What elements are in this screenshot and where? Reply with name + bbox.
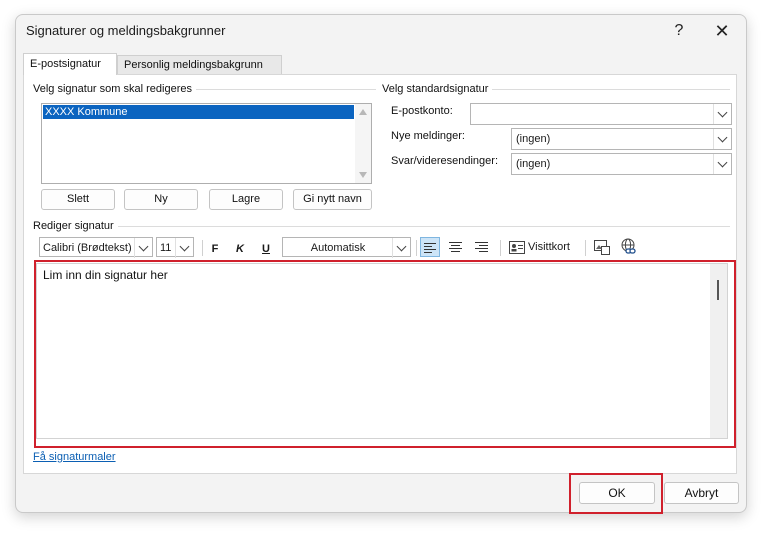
signature-list-scrollbar[interactable] bbox=[355, 104, 371, 183]
email-account-label: E-postkonto: bbox=[391, 105, 453, 117]
title-bar: Signaturer og meldingsbakgrunner ? ✕ bbox=[16, 15, 746, 47]
save-button[interactable]: Lagre bbox=[209, 189, 283, 210]
chevron-down-icon[interactable] bbox=[134, 238, 152, 258]
hyperlink-icon bbox=[621, 238, 636, 254]
group-divider bbox=[34, 226, 730, 227]
signature-editor[interactable]: Lim inn din signatur her bbox=[36, 263, 728, 439]
font-size-select[interactable]: 11 bbox=[156, 237, 194, 258]
toolbar-separator bbox=[500, 240, 501, 256]
business-card-label: Visittkort bbox=[528, 241, 570, 253]
help-button[interactable]: ? bbox=[665, 19, 693, 43]
insert-picture-button[interactable] bbox=[594, 239, 612, 257]
underline-button[interactable]: U bbox=[257, 240, 275, 258]
font-family-select[interactable]: Calibri (Brødtekst) bbox=[39, 237, 153, 258]
new-messages-value: (ingen) bbox=[516, 133, 551, 145]
scroll-down-icon[interactable] bbox=[359, 172, 367, 178]
italic-button[interactable]: K bbox=[231, 240, 249, 258]
editor-scroll-thumb[interactable] bbox=[717, 280, 719, 300]
new-messages-label: Nye meldinger: bbox=[391, 130, 465, 142]
chevron-down-icon[interactable] bbox=[713, 129, 731, 149]
font-color-select[interactable]: Automatisk bbox=[282, 237, 411, 258]
new-button[interactable]: Ny bbox=[124, 189, 198, 210]
edit-signature-label: Rediger signatur bbox=[33, 220, 118, 232]
new-messages-select[interactable]: (ingen) bbox=[511, 128, 732, 150]
replies-select[interactable]: (ingen) bbox=[511, 153, 732, 175]
tab-email-signature[interactable]: E-postsignatur bbox=[23, 53, 117, 75]
email-account-select[interactable] bbox=[470, 103, 732, 125]
business-card-button[interactable]: Visittkort bbox=[509, 237, 579, 257]
chevron-down-icon[interactable] bbox=[175, 238, 193, 258]
toolbar-separator bbox=[585, 240, 586, 256]
signature-list[interactable]: XXXX Kommune bbox=[41, 103, 372, 184]
default-signature-label: Velg standardsignatur bbox=[382, 83, 493, 95]
align-left-button[interactable] bbox=[420, 237, 440, 257]
rename-button[interactable]: Gi nytt navn bbox=[293, 189, 372, 210]
align-right-button[interactable] bbox=[472, 237, 492, 257]
insert-hyperlink-button[interactable] bbox=[620, 238, 638, 256]
picture-icon bbox=[594, 240, 610, 255]
toolbar-separator bbox=[202, 240, 203, 256]
editor-scrollbar[interactable] bbox=[710, 264, 727, 438]
delete-button[interactable]: Slett bbox=[41, 189, 115, 210]
chevron-down-icon[interactable] bbox=[713, 104, 731, 124]
bold-button[interactable]: F bbox=[206, 240, 224, 258]
scroll-up-icon[interactable] bbox=[359, 109, 367, 115]
window-title: Signaturer og meldingsbakgrunner bbox=[26, 23, 226, 38]
font-family-value: Calibri (Brødtekst) bbox=[43, 242, 132, 254]
business-card-icon bbox=[509, 240, 525, 254]
align-right-icon bbox=[472, 237, 492, 257]
align-center-icon bbox=[446, 237, 466, 257]
font-size-value: 11 bbox=[160, 242, 172, 254]
align-left-icon bbox=[421, 238, 439, 256]
chevron-down-icon[interactable] bbox=[392, 238, 410, 258]
chevron-down-icon[interactable] bbox=[713, 154, 731, 174]
close-button[interactable]: ✕ bbox=[708, 19, 736, 43]
ok-button[interactable]: OK bbox=[579, 482, 655, 504]
align-center-button[interactable] bbox=[446, 237, 466, 257]
signatures-dialog: Signaturer og meldingsbakgrunner ? ✕ E-p… bbox=[15, 14, 747, 514]
signature-list-item[interactable]: XXXX Kommune bbox=[43, 105, 354, 119]
get-signature-templates-link[interactable]: Få signaturmaler bbox=[33, 451, 116, 463]
replies-label: Svar/videresendinger: bbox=[391, 155, 499, 167]
toolbar-separator bbox=[416, 240, 417, 256]
font-color-value: Automatisk bbox=[310, 242, 366, 254]
tab-personal-stationery[interactable]: Personlig meldingsbakgrunn bbox=[117, 55, 282, 74]
replies-value: (ingen) bbox=[516, 158, 551, 170]
cancel-button[interactable]: Avbryt bbox=[664, 482, 739, 504]
select-signature-label: Velg signatur som skal redigeres bbox=[33, 83, 196, 95]
signature-editor-text[interactable]: Lim inn din signatur her bbox=[43, 268, 168, 282]
